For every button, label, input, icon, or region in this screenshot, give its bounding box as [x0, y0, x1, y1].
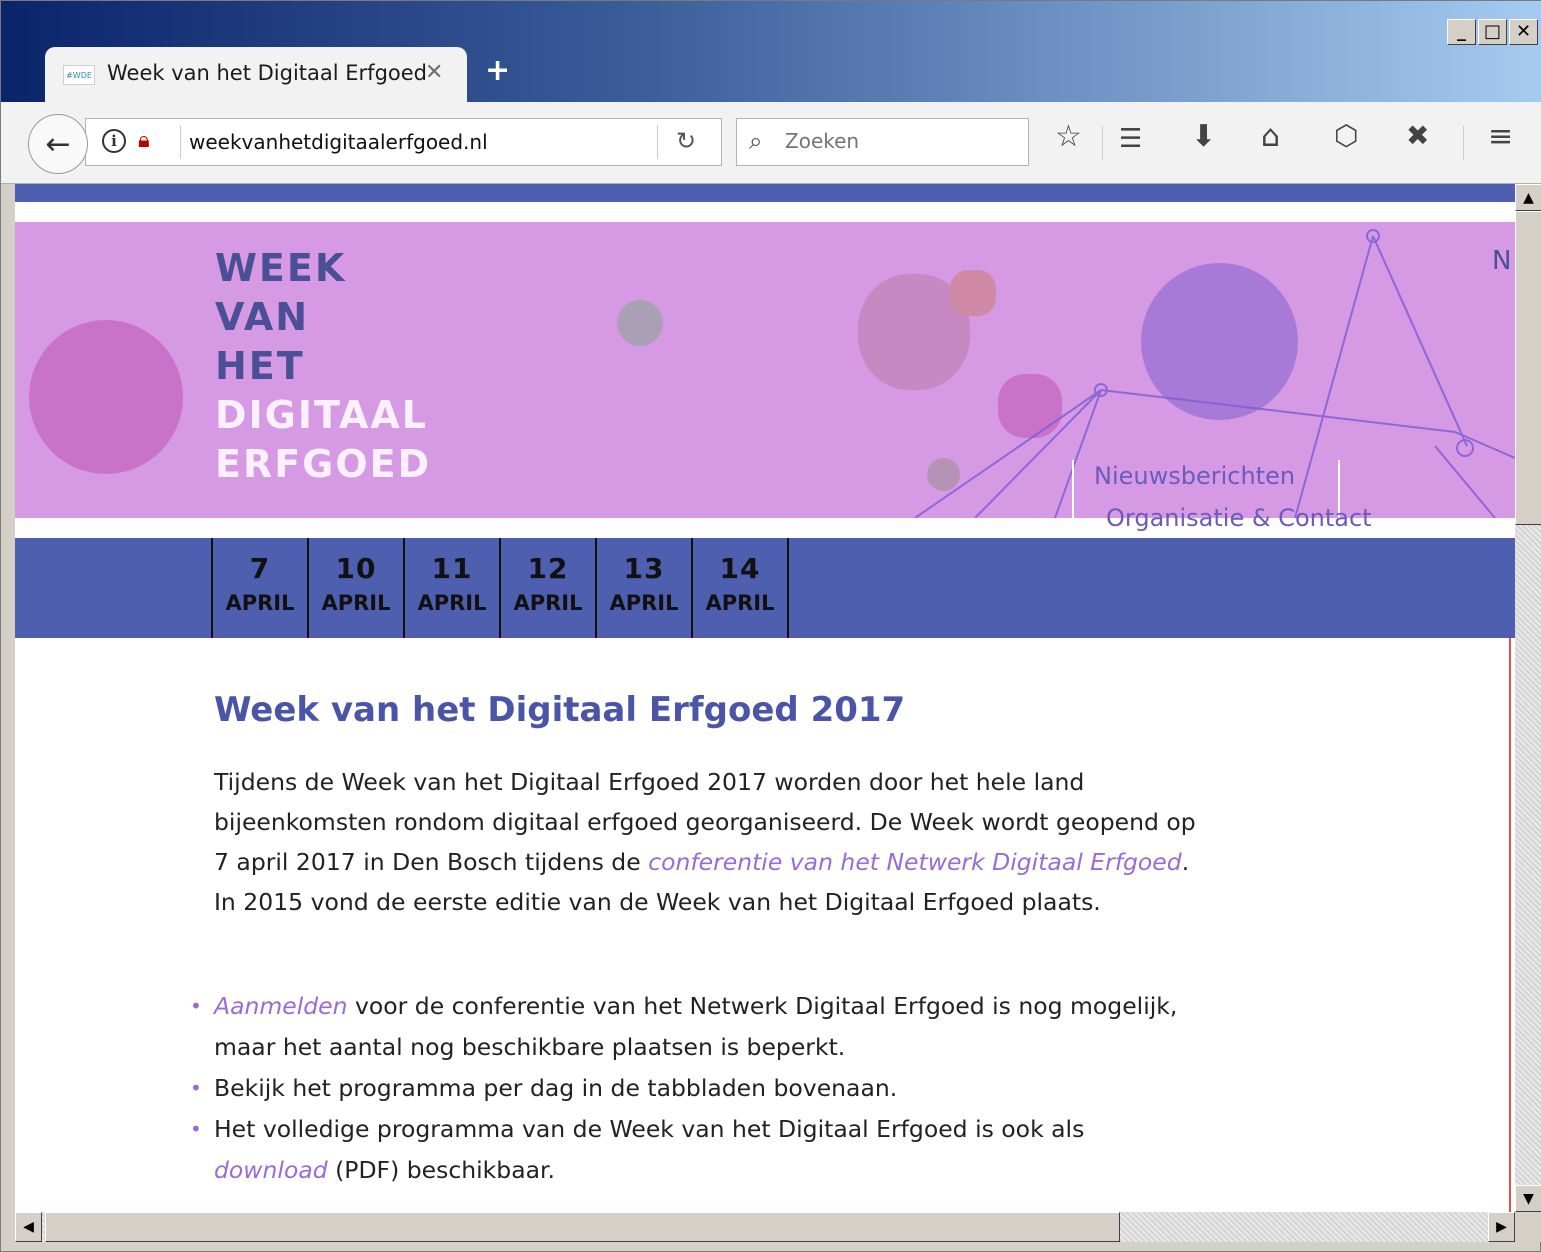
date-day: 11	[431, 552, 473, 585]
toolbar-divider	[1102, 126, 1103, 160]
top-stripe	[15, 184, 1515, 202]
scroll-right-button[interactable]: ▶	[1488, 1212, 1515, 1242]
nav-divider	[1072, 460, 1074, 518]
download-link[interactable]: download	[214, 1156, 328, 1184]
date-month: APRIL	[705, 591, 775, 615]
back-button[interactable]: ←	[28, 114, 88, 174]
reload-divider	[657, 125, 658, 159]
address-bar[interactable]: i 🔒︎ weekvanhetdigitaalerfgoed.nl ↻	[85, 118, 722, 166]
reload-icon[interactable]: ↻	[676, 127, 696, 155]
date-tab[interactable]: 11 APRIL	[403, 538, 499, 638]
scroll-down-button[interactable]: ▼	[1515, 1185, 1541, 1212]
page-viewport: WEEK VAN HET DIGITAAL ERFGOED N Nieuwsbe…	[15, 184, 1515, 1212]
info-icon[interactable]: i	[102, 129, 126, 153]
logo-line: DIGITAAL	[215, 393, 429, 437]
conference-link[interactable]: conferentie van het Netwerk Digitaal Erf…	[648, 848, 1182, 876]
info-list: Aanmelden voor de conferentie van het Ne…	[190, 986, 1204, 1191]
horizontal-scrollbar[interactable]: ◀ ▶	[15, 1212, 1515, 1242]
scroll-left-button[interactable]: ◀	[15, 1212, 42, 1242]
url-text[interactable]: weekvanhetdigitaalerfgoed.nl	[189, 130, 488, 154]
list-item-text: voor de conferentie van het Netwerk Digi…	[214, 992, 1178, 1061]
scroll-up-button[interactable]: ▲	[1515, 184, 1541, 211]
nav-link-organisatie-contact[interactable]: Organisatie & Contact	[1106, 504, 1372, 532]
logo-line: HET	[215, 344, 305, 388]
tab-title: Week van het Digitaal Erfgoed	[107, 61, 428, 85]
site-logo[interactable]: WEEK VAN HET DIGITAAL ERFGOED	[215, 244, 431, 489]
date-month: APRIL	[513, 591, 583, 615]
new-tab-button[interactable]: +	[485, 53, 510, 88]
date-day: 14	[719, 552, 761, 585]
search-icon: ⌕	[749, 127, 763, 155]
date-month: APRIL	[417, 591, 487, 615]
browser-window: _ □ ✕ #WDE Week van het Digitaal Erfgoed…	[0, 0, 1541, 1252]
home-icon[interactable]: ⌂	[1261, 122, 1280, 152]
url-divider	[180, 125, 181, 159]
date-tab[interactable]: 12 APRIL	[499, 538, 595, 638]
clipped-nav-text[interactable]: N	[1492, 246, 1511, 276]
list-item-text: (PDF) beschikbaar.	[327, 1156, 555, 1184]
decor-circle	[29, 320, 183, 474]
register-link[interactable]: Aanmelden	[214, 992, 348, 1020]
logo-line: VAN	[215, 295, 310, 339]
date-month: APRIL	[225, 591, 295, 615]
horizontal-scroll-thumb[interactable]	[45, 1212, 1120, 1242]
insecure-lock-icon[interactable]: 🔒︎	[138, 128, 150, 153]
toolbar-divider	[1463, 126, 1464, 160]
main-content: Week van het Digitaal Erfgoed 2017 Tijde…	[15, 638, 1511, 1212]
close-window-button[interactable]: ✕	[1509, 19, 1538, 45]
date-month: APRIL	[609, 591, 679, 615]
navigation-toolbar: i 🔒︎ weekvanhetdigitaalerfgoed.nl ↻ ← ⌕ …	[1, 102, 1541, 184]
page-title: Week van het Digitaal Erfgoed 2017	[214, 690, 906, 730]
date-tab[interactable]: 7 APRIL	[211, 538, 307, 638]
favicon-icon: #WDE	[63, 65, 95, 85]
menu-icon[interactable]: ≡	[1488, 122, 1513, 152]
date-tab[interactable]: 10 APRIL	[307, 538, 403, 638]
tab-close-icon[interactable]: ✕	[425, 60, 443, 85]
list-item: Bekijk het programma per dag in de tabbl…	[190, 1068, 1204, 1109]
window-controls: _ □ ✕	[1447, 19, 1538, 45]
date-tabs-bar: 7 APRIL 10 APRIL 11 APRIL 12 APRIL 13 AP…	[15, 538, 1515, 638]
maximize-button[interactable]: □	[1478, 19, 1507, 45]
intro-paragraph: Tijdens de Week van het Digitaal Erfgoed…	[214, 762, 1204, 922]
site-banner: WEEK VAN HET DIGITAAL ERFGOED N Nieuwsbe…	[15, 222, 1515, 518]
back-arrow-icon: ←	[45, 126, 71, 162]
date-day: 7	[249, 552, 271, 585]
star-icon[interactable]: ☆	[1055, 122, 1082, 152]
logo-line: ERFGOED	[215, 442, 432, 486]
list-item: Het volledige programma van de Week van …	[190, 1109, 1204, 1191]
nav-link-nieuwsberichten[interactable]: Nieuwsberichten	[1094, 462, 1295, 490]
list-item-text: Bekijk het programma per dag in de tabbl…	[214, 1074, 898, 1102]
search-input[interactable]	[785, 129, 1015, 153]
title-bar: _ □ ✕ #WDE Week van het Digitaal Erfgoed…	[1, 1, 1541, 103]
date-day: 13	[623, 552, 665, 585]
search-bar[interactable]: ⌕	[736, 118, 1029, 166]
date-tab[interactable]: 13 APRIL	[595, 538, 691, 638]
browser-tab[interactable]: #WDE Week van het Digitaal Erfgoed ✕	[45, 47, 467, 103]
list-item: Aanmelden voor de conferentie van het Ne…	[190, 986, 1204, 1068]
scrollbar-corner	[1515, 1212, 1541, 1242]
vertical-scroll-thumb[interactable]	[1515, 211, 1541, 525]
pocket-icon[interactable]: ⬡	[1334, 122, 1358, 150]
extension-icon[interactable]: ✖	[1406, 122, 1429, 150]
decor-circle	[617, 300, 663, 346]
minimize-button[interactable]: _	[1447, 19, 1476, 45]
date-day: 12	[527, 552, 569, 585]
date-month: APRIL	[321, 591, 391, 615]
vertical-scrollbar[interactable]: ▲ ▼	[1515, 184, 1541, 1212]
logo-line: WEEK	[215, 246, 347, 290]
download-icon[interactable]: ⬇	[1191, 122, 1216, 152]
date-tab[interactable]: 14 APRIL	[691, 538, 789, 638]
list-item-text: Het volledige programma van de Week van …	[214, 1115, 1085, 1143]
date-day: 10	[335, 552, 377, 585]
reading-list-icon[interactable]: ☰	[1119, 126, 1142, 152]
